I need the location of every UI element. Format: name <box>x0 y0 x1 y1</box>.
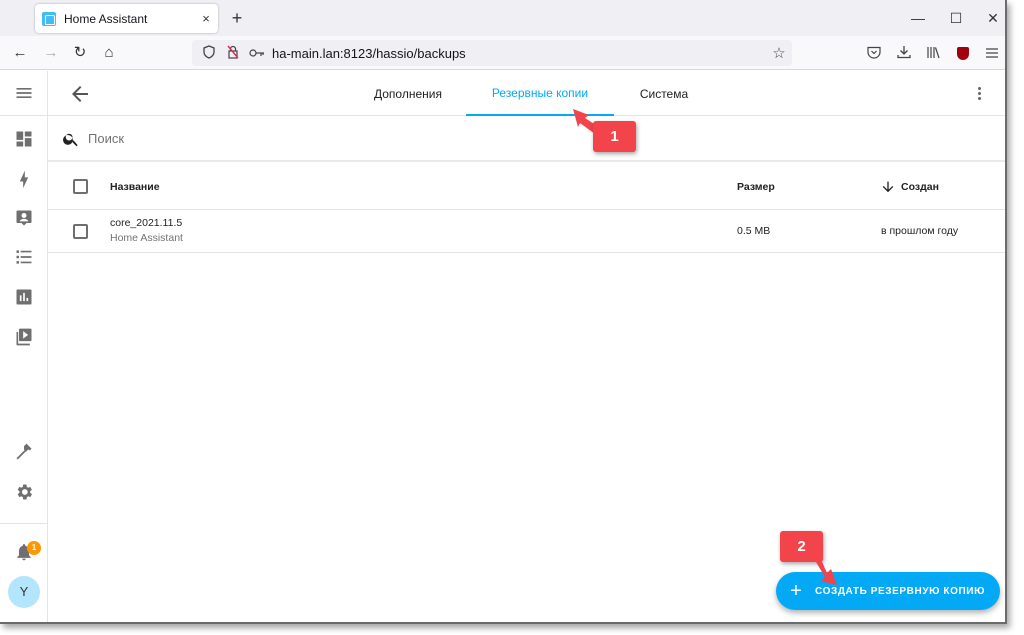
arrow-left-icon <box>72 86 88 102</box>
table-header: Название Размер Создан <box>48 164 1005 210</box>
column-header-size[interactable]: Размер <box>737 181 775 193</box>
page-header: Дополнения Резервные копии Система <box>48 71 1005 116</box>
user-avatar[interactable]: Y <box>8 576 40 608</box>
menu-icon[interactable] <box>981 43 1003 65</box>
list-icon <box>16 250 31 264</box>
dashboard-icon <box>16 131 31 147</box>
select-all-checkbox[interactable] <box>73 179 88 194</box>
overflow-menu-button[interactable] <box>969 83 989 103</box>
back-button[interactable] <box>68 82 92 106</box>
tab-title: Home Assistant <box>64 11 148 26</box>
plus-icon: + <box>790 580 802 602</box>
sidebar-item-history[interactable] <box>0 277 47 317</box>
lock-off-icon[interactable] <box>224 45 242 62</box>
ublock-icon[interactable] <box>952 43 974 65</box>
sidebar-divider <box>0 523 47 524</box>
column-header-created[interactable]: Создан <box>901 181 939 193</box>
account-box-icon <box>16 210 31 226</box>
notification-badge: 1 <box>27 541 41 555</box>
library-icon[interactable] <box>922 43 944 65</box>
home-assistant-app: 1 Y Дополнения Резервные копии Система Н… <box>0 71 1005 622</box>
reload-button[interactable]: ↻ <box>69 42 91 64</box>
browser-tab[interactable]: Home Assistant × <box>35 4 218 33</box>
navigation-bar: ← → ↻ ⌂ ha-main.lan:8123/hassio/backups … <box>0 36 1005 70</box>
sidebar-item-energy[interactable] <box>0 159 47 199</box>
key-icon[interactable] <box>248 46 266 61</box>
sidebar-item-developer-tools[interactable] <box>0 432 47 472</box>
new-tab-button[interactable]: + <box>228 8 246 28</box>
backup-name: core_2021.11.5 <box>110 217 183 229</box>
search-input[interactable] <box>88 131 488 146</box>
bookmark-star-icon[interactable]: ☆ <box>766 44 792 62</box>
minimize-button[interactable]: — <box>908 8 928 28</box>
url-text[interactable]: ha-main.lan:8123/hassio/backups <box>272 46 766 61</box>
backup-subtitle: Home Assistant <box>110 232 183 244</box>
sidebar-item-notifications[interactable] <box>0 532 47 572</box>
tab-addons[interactable]: Дополнения <box>353 71 463 116</box>
download-icon[interactable] <box>893 43 915 65</box>
sidebar-item-logbook[interactable] <box>0 237 47 277</box>
tab-close-button[interactable]: × <box>194 11 218 26</box>
sidebar-menu-button[interactable] <box>0 71 47 116</box>
close-window-button[interactable]: ✕ <box>983 8 1003 28</box>
home-assistant-favicon-icon <box>42 11 56 26</box>
backup-created: в прошлом году <box>881 225 959 237</box>
sort-descending-icon[interactable] <box>880 179 896 195</box>
sidebar-item-overview[interactable] <box>0 119 47 159</box>
hammer-icon <box>16 443 31 460</box>
sidebar-item-media[interactable] <box>0 317 47 357</box>
row-checkbox[interactable] <box>73 224 88 239</box>
annotation-arrow-2 <box>813 555 837 585</box>
lightning-icon <box>19 170 28 189</box>
sidebar-item-map[interactable] <box>0 198 47 238</box>
search-icon <box>63 133 78 146</box>
tab-system[interactable]: Система <box>616 71 712 116</box>
main-content: Дополнения Резервные копии Система Назва… <box>48 71 1005 622</box>
back-nav-button[interactable]: ← <box>9 42 31 64</box>
sidebar: 1 Y <box>0 71 48 622</box>
maximize-button[interactable]: ☐ <box>946 8 966 28</box>
play-box-multiple-icon <box>16 328 31 346</box>
url-bar[interactable]: ha-main.lan:8123/hassio/backups ☆ <box>192 40 792 66</box>
hamburger-icon <box>16 88 31 98</box>
search-bar <box>48 117 1005 162</box>
tab-bar: Home Assistant × + — ☐ ✕ <box>0 0 1005 36</box>
table-row[interactable]: core_2021.11.5 Home Assistant 0.5 MB в п… <box>48 210 1005 253</box>
browser-window: Home Assistant × + — ☐ ✕ ← → ↻ ⌂ ha-main… <box>0 0 1007 624</box>
shield-icon[interactable] <box>200 44 218 62</box>
home-button[interactable]: ⌂ <box>98 42 120 64</box>
backup-size: 0.5 MB <box>737 225 771 237</box>
gear-icon <box>17 484 32 500</box>
sidebar-item-settings[interactable] <box>0 472 47 512</box>
annotation-callout-1: 1 <box>593 121 636 152</box>
pocket-icon[interactable] <box>863 43 885 65</box>
forward-nav-button[interactable]: → <box>40 42 62 64</box>
column-header-name[interactable]: Название <box>110 181 160 193</box>
chart-box-icon <box>16 289 31 305</box>
